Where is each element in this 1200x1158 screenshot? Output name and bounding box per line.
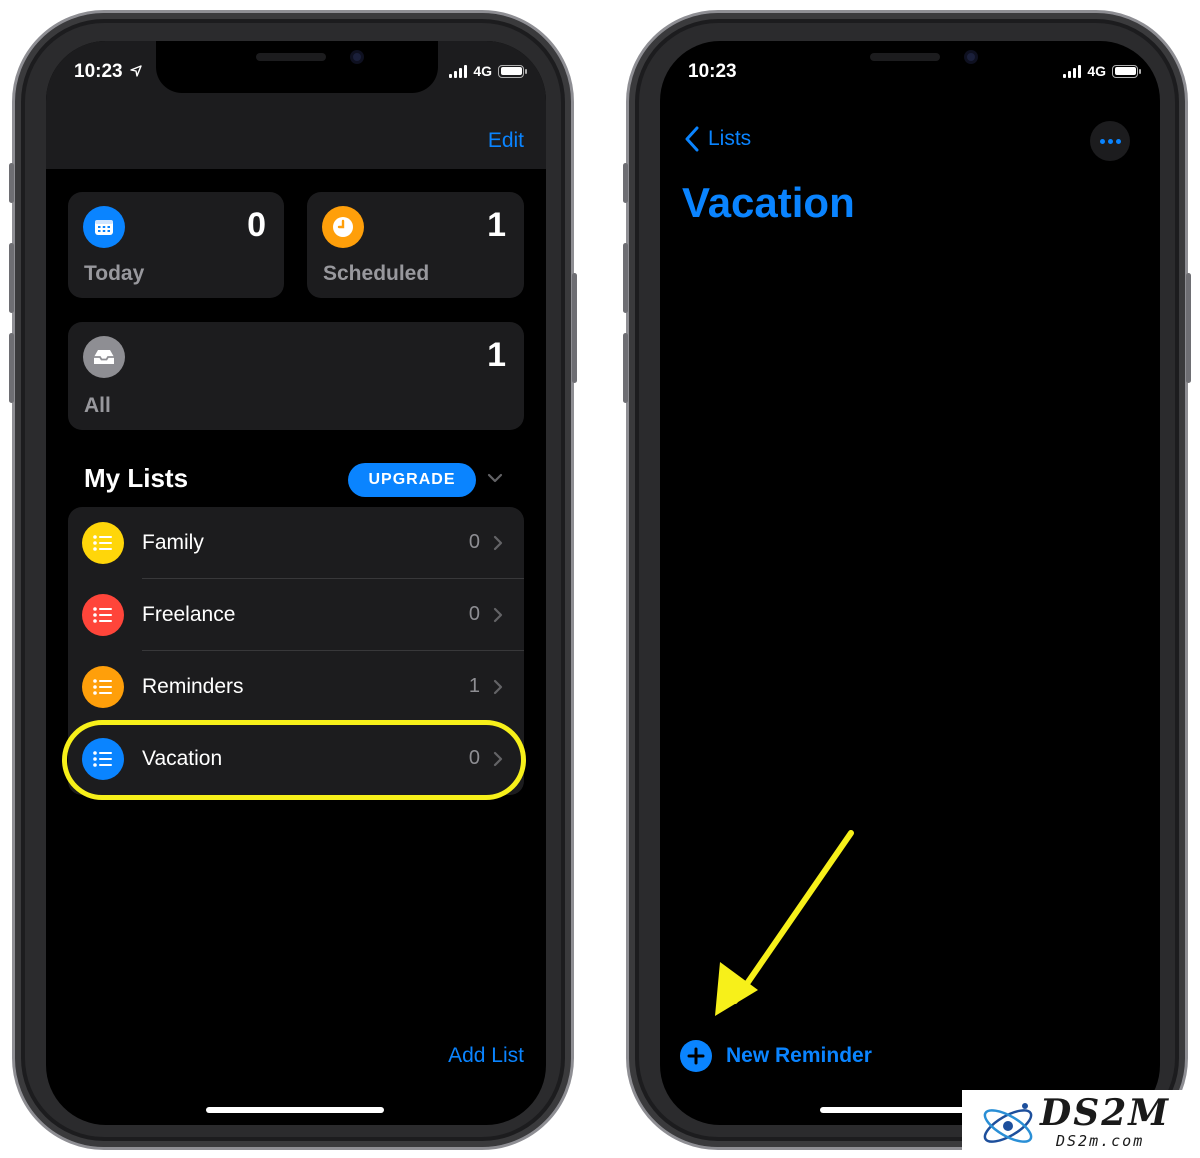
- status-time: 10:23: [74, 61, 142, 83]
- list-count: 1: [468, 675, 480, 697]
- side-button: [1186, 273, 1191, 383]
- my-lists-group: Family 0 Freelance 0 Reminders 1 Vacatio…: [68, 507, 524, 795]
- earpiece-speaker: [256, 53, 326, 61]
- chevron-right-icon: [493, 751, 503, 767]
- list-count: 0: [468, 747, 480, 769]
- phone-frame-left: 10:23 4G Edit 0 Today 1 Scheduled 1 All …: [9, 10, 577, 1150]
- tray-icon: [83, 336, 125, 378]
- arrow-annotation: [715, 830, 854, 1016]
- earpiece-speaker: [870, 53, 940, 61]
- add-list-button[interactable]: Add List: [448, 1044, 524, 1068]
- notch: [156, 41, 438, 93]
- watermark-title: DS2M: [1040, 1092, 1171, 1134]
- upgrade-button[interactable]: UPGRADE: [348, 463, 476, 497]
- battery-icon: [498, 64, 527, 78]
- side-button: [572, 273, 577, 383]
- screenshot-stage: 10:23 4G Edit 0 Today 1 Scheduled 1 All …: [0, 0, 1200, 1158]
- notch: [770, 41, 1052, 93]
- chevron-down-icon[interactable]: [486, 469, 504, 487]
- front-camera: [964, 50, 978, 64]
- chevron-right-icon: [493, 679, 503, 695]
- today-count: 0: [247, 206, 266, 244]
- list-name: Reminders: [142, 675, 244, 698]
- status-indicators: 4G: [449, 63, 527, 79]
- volume-up-button: [9, 243, 14, 313]
- calendar-icon: [83, 206, 125, 248]
- list-bullet-icon: [82, 594, 124, 636]
- volume-down-button: [623, 333, 628, 403]
- list-item-family[interactable]: Family 0: [68, 507, 524, 579]
- cellular-signal-icon: [449, 64, 468, 78]
- mute-switch: [9, 163, 14, 203]
- chevron-right-icon: [493, 535, 503, 551]
- my-lists-heading: My Lists: [84, 463, 189, 493]
- list-count: 0: [468, 603, 480, 625]
- volume-up-button: [623, 243, 628, 313]
- screen-lists-overview: 10:23 4G Edit 0 Today 1 Scheduled 1 All …: [46, 41, 546, 1125]
- smart-list-today[interactable]: 0 Today: [68, 192, 284, 298]
- watermark: DS2M DS2m.com: [962, 1090, 1200, 1158]
- volume-down-button: [9, 333, 14, 403]
- list-name: Family: [142, 531, 204, 554]
- atom-logo-icon: [983, 1103, 1033, 1143]
- chevron-right-icon: [493, 607, 503, 623]
- phone-frame-right: 10:23 4G Lists Vacation New Reminder: [623, 10, 1191, 1150]
- network-type: 4G: [473, 63, 492, 79]
- list-bullet-icon: [82, 522, 124, 564]
- watermark-subtitle: DS2m.com: [1056, 1132, 1145, 1150]
- new-reminder-label: New Reminder: [726, 1044, 872, 1067]
- list-name: Freelance: [142, 603, 236, 626]
- list-name: Vacation: [142, 747, 223, 770]
- scheduled-count: 1: [487, 206, 506, 244]
- clock-icon: [322, 206, 364, 248]
- list-bullet-icon: [82, 738, 124, 780]
- mute-switch: [623, 163, 628, 203]
- list-item-reminders[interactable]: Reminders 1: [68, 651, 524, 723]
- list-bullet-icon: [82, 666, 124, 708]
- all-label: All: [84, 394, 111, 417]
- scheduled-label: Scheduled: [323, 262, 430, 285]
- screen-vacation-list: 10:23 4G Lists Vacation New Reminder: [660, 41, 1160, 1125]
- all-count: 1: [487, 336, 506, 374]
- home-indicator[interactable]: [206, 1107, 384, 1113]
- list-count: 0: [468, 531, 480, 553]
- location-arrow-icon: [130, 65, 142, 77]
- smart-list-scheduled[interactable]: 1 Scheduled: [307, 192, 524, 298]
- plus-circle-icon: [680, 1040, 712, 1072]
- edit-button[interactable]: Edit: [488, 129, 524, 153]
- smart-list-all[interactable]: 1 All: [68, 322, 524, 430]
- list-item-vacation[interactable]: Vacation 0: [68, 723, 524, 795]
- list-item-freelance[interactable]: Freelance 0: [68, 579, 524, 651]
- front-camera: [350, 50, 364, 64]
- today-label: Today: [84, 262, 145, 285]
- new-reminder-button[interactable]: New Reminder: [680, 1040, 872, 1072]
